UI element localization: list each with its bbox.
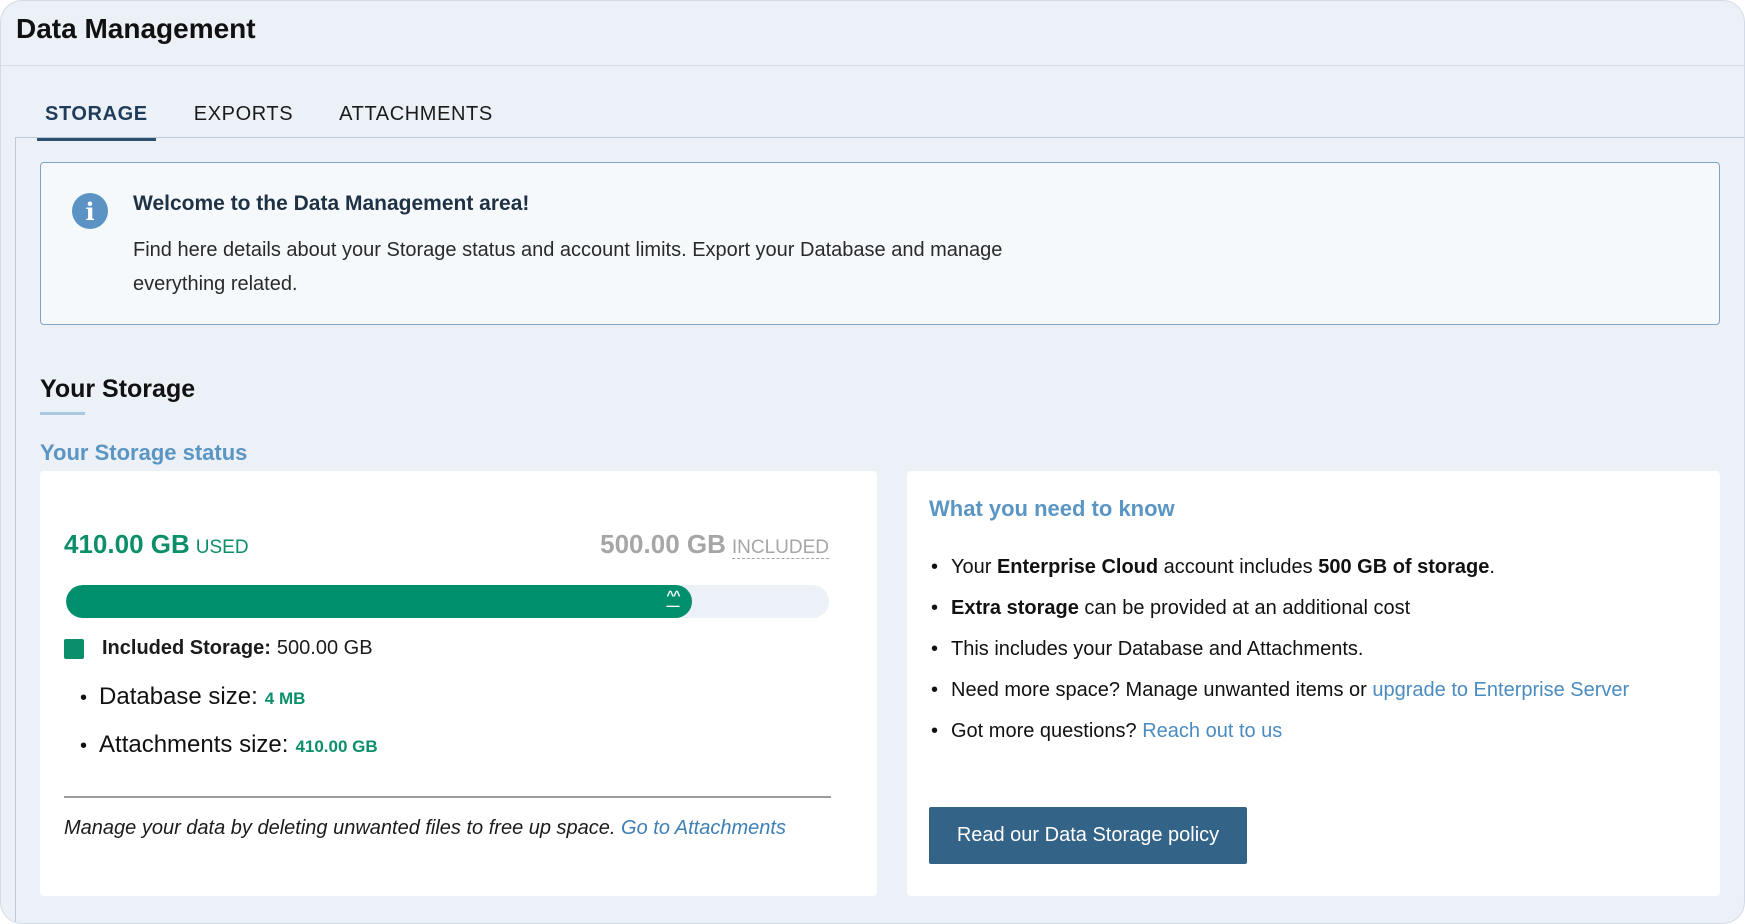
tab-storage[interactable]: STORAGE: [37, 91, 156, 141]
tab-attachments[interactable]: ATTACHMENTS: [331, 91, 501, 140]
used-summary: 410.00 GB USED: [64, 529, 249, 560]
know-item-bold: Extra storage: [951, 597, 1079, 619]
storage-status-label: Your Storage status: [40, 440, 248, 465]
size-list: Database size: 4 MB Attachments size: 41…: [80, 683, 378, 779]
legend-label: Included Storage:: [102, 637, 271, 659]
list-item: This includes your Database and Attachme…: [929, 635, 1669, 664]
attachments-size-label: Attachments size:: [99, 731, 289, 758]
go-to-attachments-link[interactable]: Go to Attachments: [621, 817, 786, 839]
know-item-text: Need more space? Manage unwanted items o…: [951, 679, 1373, 701]
storage-status-card: 410.00 GB USED 500.00 GB INCLUDED ^^ — Incl…: [40, 471, 877, 896]
know-item-text: can be provided at an additional cost: [1078, 597, 1411, 619]
data-storage-policy-button[interactable]: Read our Data Storage policy: [929, 807, 1247, 864]
know-item-text: .: [1489, 556, 1495, 578]
page-title: Data Management: [16, 13, 256, 44]
storage-progress-fill: ^^ —: [66, 585, 692, 618]
included-value: 500.00 GB: [600, 529, 726, 559]
manage-note-text: Manage your data by deleting unwanted fi…: [64, 817, 616, 839]
tab-content: i Welcome to the Data Management area! F…: [15, 137, 1744, 923]
progress-handle-icon: ^^ —: [666, 588, 680, 613]
database-size-value: 4 MB: [264, 689, 306, 708]
manage-note: Manage your data by deleting unwanted fi…: [64, 817, 786, 840]
usage-summary: 410.00 GB USED 500.00 GB INCLUDED: [64, 529, 829, 560]
info-banner: i Welcome to the Data Management area! F…: [40, 162, 1720, 325]
legend-swatch: [64, 638, 84, 659]
know-title: What you need to know: [929, 496, 1175, 521]
list-item: Your Enterprise Cloud account includes 5…: [929, 553, 1669, 582]
included-summary: 500.00 GB INCLUDED: [600, 529, 829, 560]
know-item-text: account includes: [1158, 556, 1319, 578]
list-item: Got more questions? Reach out to us: [929, 717, 1669, 746]
list-item: Attachments size: 410.00 GB: [80, 731, 378, 759]
info-text: Find here details about your Storage sta…: [133, 239, 1003, 295]
know-item-bold: 500 GB of storage: [1318, 556, 1490, 578]
tab-exports[interactable]: EXPORTS: [186, 91, 301, 140]
page-header: Data Management: [1, 1, 1744, 66]
info-title: Welcome to the Data Management area!: [133, 192, 530, 215]
included-unit[interactable]: INCLUDED: [731, 537, 829, 559]
app-window: Data Management STORAGE EXPORTS ATTACHME…: [0, 0, 1745, 924]
tab-bar: STORAGE EXPORTS ATTACHMENTS: [37, 91, 531, 141]
database-size-label: Database size:: [99, 683, 258, 710]
list-item: Need more space? Manage unwanted items o…: [929, 676, 1669, 705]
know-item-text: This includes your Database and Attachme…: [951, 638, 1364, 660]
what-you-need-to-know-card: What you need to know Your Enterprise Cl…: [907, 471, 1720, 896]
legend-value: 500.00 GB: [276, 637, 373, 659]
know-list: Your Enterprise Cloud account includes 5…: [929, 553, 1669, 758]
info-icon: i: [72, 193, 108, 229]
storage-progress-bar: ^^ —: [66, 585, 829, 618]
upgrade-link[interactable]: upgrade to Enterprise Server: [1372, 679, 1629, 701]
list-item: Database size: 4 MB: [80, 683, 378, 711]
reach-out-link[interactable]: Reach out to us: [1142, 720, 1282, 742]
heading-underline: [40, 412, 85, 415]
know-item-text: Got more questions?: [951, 720, 1143, 742]
used-unit: USED: [195, 537, 249, 558]
storage-legend: Included Storage: 500.00 GB: [64, 637, 373, 660]
storage-heading: Your Storage: [40, 375, 196, 403]
list-item: Extra storage can be provided at an addi…: [929, 594, 1669, 623]
used-value: 410.00 GB: [64, 529, 190, 559]
attachments-size-value: 410.00 GB: [295, 737, 378, 756]
know-item-bold: Enterprise Cloud: [996, 556, 1159, 578]
divider: [64, 796, 831, 798]
know-item-text: Your: [951, 556, 997, 578]
